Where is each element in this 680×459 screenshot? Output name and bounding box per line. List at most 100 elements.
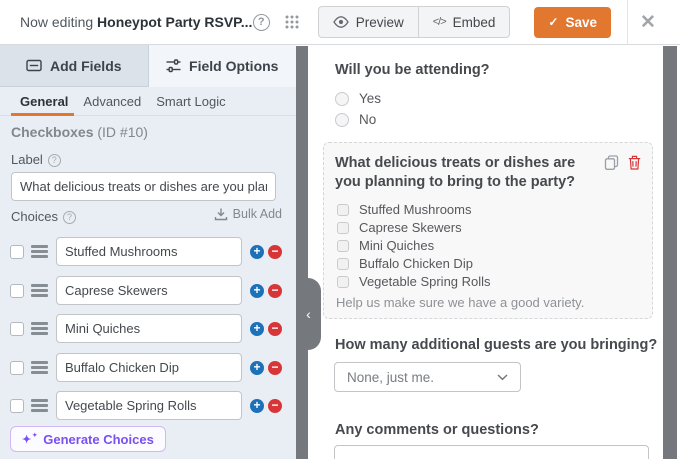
checkbox-option-label: Mini Quiches (359, 238, 435, 253)
help-icon[interactable]: ? (252, 13, 270, 31)
bulk-add-label: Bulk Add (232, 207, 282, 221)
guests-question-label: How many additional guests are you bring… (335, 337, 658, 353)
choice-default-checkbox[interactable] (10, 321, 24, 336)
radio-icon[interactable] (335, 112, 349, 127)
choice-row-2: + − (10, 276, 282, 305)
radio-icon[interactable] (335, 91, 349, 106)
drag-handle-icon[interactable] (31, 399, 48, 412)
preview-button-label: Preview (355, 14, 404, 30)
choice-default-checkbox[interactable] (10, 360, 24, 375)
label-help-icon[interactable]: ? (47, 153, 61, 167)
checkbox-icon[interactable] (337, 221, 349, 234)
add-choice-icon[interactable]: + (250, 321, 264, 336)
sparkle-icon: ✦ (22, 433, 32, 446)
dishes-option-5: Vegetable Spring Rolls (337, 274, 491, 289)
sidebar-tabs: Add Fields Field Options (0, 45, 296, 87)
add-choice-icon[interactable]: + (250, 398, 264, 413)
remove-choice-icon[interactable]: − (268, 283, 282, 298)
label-option-row: Label? (11, 152, 61, 167)
dishes-option-4: Buffalo Chicken Dip (337, 256, 473, 271)
now-editing-prefix: Now editing (20, 14, 98, 30)
tab-add-fields-label: Add Fields (49, 57, 122, 74)
choice-input[interactable] (56, 276, 242, 305)
choices-option-row: Choices? (11, 209, 76, 224)
remove-choice-icon[interactable]: − (268, 398, 282, 413)
remove-choice-icon[interactable]: − (268, 321, 282, 336)
checkbox-icon[interactable] (337, 257, 349, 270)
checkbox-option-label: Buffalo Chicken Dip (359, 256, 473, 271)
dishes-option-2: Caprese Skewers (337, 220, 462, 235)
form-preview-panel: Will you be attending? Yes No What delic… (308, 45, 663, 459)
choices-help-icon[interactable]: ? (62, 210, 76, 224)
guests-select-value: None, just me. (347, 369, 435, 385)
tab-field-options[interactable]: Field Options (148, 45, 296, 87)
choices-option-label: Choices (11, 209, 58, 224)
topbar-actions: ? Preview </> Embed ✓ Save ✕ (252, 0, 668, 45)
add-choice-icon[interactable]: + (250, 244, 264, 259)
add-choice-icon[interactable]: + (250, 360, 264, 375)
duplicate-icon[interactable] (604, 155, 619, 170)
choice-default-checkbox[interactable] (10, 244, 24, 259)
choice-default-checkbox[interactable] (10, 283, 24, 298)
collapse-sidebar-handle[interactable]: ‹ (296, 278, 321, 350)
embed-button[interactable]: </> Embed (417, 6, 511, 38)
selected-checkboxes-field[interactable]: What delicious treats or dishes are you … (323, 142, 653, 319)
form-title: Honeypot Party RSVP... (97, 14, 253, 30)
checkbox-icon[interactable] (337, 203, 349, 216)
comments-question-label: Any comments or questions? (335, 422, 539, 438)
chevron-down-icon (497, 373, 508, 381)
subtab-smart-logic[interactable]: Smart Logic (156, 87, 225, 115)
checkbox-icon[interactable] (337, 239, 349, 252)
dishes-option-3: Mini Quiches (337, 238, 434, 253)
dishes-help-text: Help us make sure we have a good variety… (336, 295, 585, 310)
save-button[interactable]: ✓ Save (534, 6, 611, 38)
choice-input[interactable] (56, 314, 242, 343)
field-id: (ID #10) (97, 124, 148, 140)
choice-row-1: + − (10, 237, 282, 266)
preview-scrollbar[interactable] (663, 46, 677, 459)
preview-button[interactable]: Preview (317, 6, 418, 38)
close-icon[interactable]: ✕ (628, 11, 668, 34)
field-type-heading: Checkboxes (ID #10) (11, 124, 148, 140)
preview-embed-group: Preview </> Embed (317, 6, 511, 38)
dishes-option-1: Stuffed Mushrooms (337, 202, 471, 217)
subtab-advanced[interactable]: Advanced (83, 87, 141, 115)
choice-input[interactable] (56, 353, 242, 382)
checkbox-icon[interactable] (337, 275, 349, 288)
drag-handle-icon[interactable] (31, 322, 48, 335)
radio-option-label: No (359, 112, 377, 127)
option-subtabs: General Advanced Smart Logic (0, 87, 296, 116)
label-input[interactable] (11, 172, 276, 201)
form-builder-screen: Now editing Honeypot Party RSVP... ? Pre… (0, 0, 680, 459)
checkbox-option-label: Vegetable Spring Rolls (359, 274, 491, 289)
drag-handle-icon[interactable] (31, 284, 48, 297)
drag-handle-icon[interactable] (31, 245, 48, 258)
field-options-sidebar: Add Fields Field Options General Advance… (0, 45, 296, 459)
remove-choice-icon[interactable]: − (268, 360, 282, 375)
choice-input[interactable] (56, 391, 242, 420)
field-type-name: Checkboxes (11, 124, 94, 140)
bulk-add-button[interactable]: Bulk Add (214, 207, 282, 221)
trash-icon[interactable] (628, 155, 641, 170)
guests-select[interactable]: None, just me. (334, 362, 521, 392)
label-option-label: Label (11, 152, 43, 167)
tab-add-fields[interactable]: Add Fields (0, 45, 149, 87)
bulk-add-icon (214, 208, 228, 221)
checkbox-option-label: Stuffed Mushrooms (359, 202, 472, 217)
generate-choices-button[interactable]: ✦ ✦ Generate Choices (10, 426, 166, 452)
tab-field-options-label: Field Options (189, 58, 279, 74)
radio-option-label: Yes (359, 91, 382, 106)
sidebar-scrollbar[interactable] (296, 46, 308, 459)
choice-input[interactable] (56, 237, 242, 266)
subtab-general[interactable]: General (10, 87, 75, 116)
add-choice-icon[interactable]: + (250, 283, 264, 298)
choice-default-checkbox[interactable] (10, 398, 24, 413)
field-action-icons (604, 155, 641, 170)
sliders-icon (166, 59, 181, 73)
remove-choice-icon[interactable]: − (268, 244, 282, 259)
attending-option-no: No (335, 112, 376, 127)
generate-choices-label: Generate Choices (43, 431, 154, 447)
drag-handle-icon[interactable] (31, 361, 48, 374)
comments-textarea[interactable] (334, 445, 649, 459)
apps-grid-icon[interactable] (284, 14, 300, 30)
